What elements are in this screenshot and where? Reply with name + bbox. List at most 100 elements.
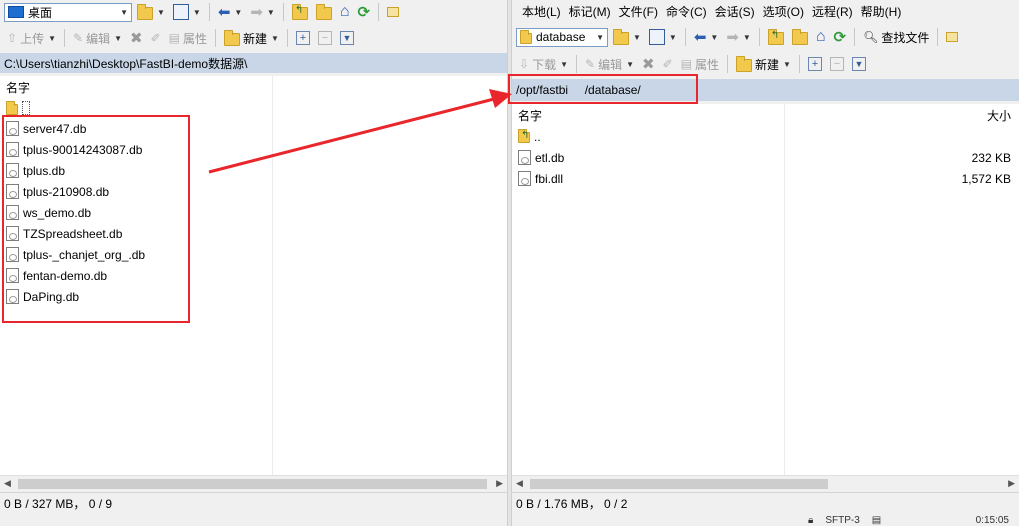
- edit-label: 编辑: [598, 57, 623, 72]
- menu-item[interactable]: 标记(M): [565, 3, 615, 20]
- open-folder-button[interactable]: ▼: [610, 27, 644, 47]
- root-dir-button[interactable]: [313, 2, 335, 22]
- delete-button[interactable]: ✖: [639, 54, 658, 74]
- scroll-right-icon[interactable]: ▶: [1008, 478, 1015, 489]
- open-folder-button[interactable]: ▼: [134, 2, 168, 22]
- forward-button[interactable]: ➡ ▼: [723, 27, 754, 47]
- remote-file-row[interactable]: fbi.dll 1,572 KB: [512, 168, 1019, 189]
- menu-item[interactable]: 文件(F): [615, 3, 662, 20]
- menu-item[interactable]: 远程(R): [808, 3, 857, 20]
- properties-icon: ▤: [680, 57, 692, 71]
- empty-parent-selection: [22, 101, 30, 115]
- rename-button[interactable]: ✐: [148, 28, 164, 48]
- refresh-icon: ⟳: [833, 29, 847, 46]
- delete-icon: ✖: [642, 56, 655, 73]
- refresh-icon: ⟳: [357, 4, 371, 21]
- upload-button[interactable]: ⇧ 上传 ▼: [4, 28, 59, 48]
- plus-icon: +: [295, 31, 310, 45]
- filter-mask-button[interactable]: ▼: [849, 54, 869, 74]
- refresh-button[interactable]: ⟳: [355, 2, 374, 22]
- filter-icon: [648, 29, 665, 45]
- download-button[interactable]: ⇩ 下载 ▼: [516, 54, 571, 74]
- menu-item[interactable]: 帮助(H): [857, 3, 906, 20]
- chevron-down-icon: ▼: [596, 32, 604, 42]
- local-hscrollbar[interactable]: ◀ ▶: [0, 475, 507, 491]
- new-label: 新建: [755, 57, 780, 72]
- remote-parent-row[interactable]: ..: [512, 126, 1019, 147]
- filter-button[interactable]: ▼: [170, 2, 204, 22]
- chevron-down-icon: ▼: [48, 33, 56, 43]
- find-files-button[interactable]: 🔍︎ 查找文件: [860, 27, 932, 47]
- remote-dir-name: database: [536, 30, 586, 44]
- root-dir-button[interactable]: [789, 27, 811, 47]
- root-directory-icon: [791, 28, 808, 45]
- expand-button[interactable]: +: [293, 28, 313, 48]
- annotation-source-box: [2, 115, 190, 323]
- new-button[interactable]: 新建 ▼: [221, 28, 282, 48]
- sync-browse-button[interactable]: [943, 27, 961, 47]
- funnel-icon: ▼: [339, 31, 354, 45]
- remote-file-rows: etl.db 232 KB fbi.dll 1,572 KB: [512, 147, 1019, 189]
- scroll-left-icon[interactable]: ◀: [516, 478, 523, 489]
- upload-label: 上传: [20, 31, 45, 46]
- sync-browse-button[interactable]: [384, 2, 402, 22]
- local-path: C:\Users\tianzhi\Desktop\FastBI-demo数据源\: [4, 56, 248, 71]
- properties-button[interactable]: ▤ 属性: [678, 54, 722, 74]
- properties-label: 属性: [182, 31, 207, 46]
- new-button[interactable]: 新建 ▼: [733, 54, 794, 74]
- expand-button[interactable]: +: [805, 54, 825, 74]
- parent-dir-button[interactable]: [765, 27, 787, 47]
- local-drive-select[interactable]: 桌面 ▼: [4, 2, 132, 22]
- scroll-right-icon[interactable]: ▶: [496, 478, 503, 489]
- edit-button[interactable]: ✎ 编辑 ▼: [70, 28, 125, 48]
- chevron-down-icon: ▼: [633, 32, 641, 42]
- remote-dir-select[interactable]: database ▼: [516, 27, 608, 47]
- open-folder-icon: [613, 28, 629, 45]
- back-arrow-icon: ⬅: [217, 4, 231, 21]
- open-folder-icon: [137, 3, 153, 20]
- scroll-thumb[interactable]: [18, 479, 487, 489]
- rename-button[interactable]: ✐: [660, 54, 676, 74]
- delete-button[interactable]: ✖: [127, 28, 146, 48]
- home-button[interactable]: ⌂: [813, 27, 829, 47]
- back-button[interactable]: ⬅ ▼: [691, 27, 722, 47]
- rename-icon: ✐: [150, 31, 161, 45]
- back-button[interactable]: ⬅ ▼: [215, 2, 246, 22]
- local-status-text: 0 B / 327 MB， 0 / 9: [4, 497, 113, 511]
- toolbar-divider: [378, 3, 380, 21]
- remote-status-text: 0 B / 1.76 MB， 0 / 2: [516, 497, 628, 511]
- properties-button[interactable]: ▤ 属性: [166, 28, 210, 48]
- chevron-down-icon: ▼: [266, 7, 275, 17]
- download-label: 下载: [532, 57, 557, 72]
- edit-button[interactable]: ✎ 编辑 ▼: [582, 54, 637, 74]
- menu-item[interactable]: 命令(C): [662, 3, 711, 20]
- forward-button[interactable]: ➡ ▼: [247, 2, 278, 22]
- collapse-button[interactable]: −: [827, 54, 847, 74]
- download-icon: ⇩: [519, 57, 530, 71]
- filter-button[interactable]: ▼: [646, 27, 680, 47]
- parent-dir-button[interactable]: [289, 2, 311, 22]
- home-button[interactable]: ⌂: [337, 2, 353, 22]
- scroll-thumb[interactable]: [530, 479, 828, 489]
- forward-arrow-icon: ➡: [250, 4, 263, 21]
- menu-item[interactable]: 选项(O): [759, 3, 808, 20]
- local-name-column-header[interactable]: 名字: [0, 76, 507, 98]
- size-column-label[interactable]: 大小: [987, 107, 1011, 124]
- parent-directory-icon: [291, 3, 308, 20]
- remote-file-row[interactable]: etl.db 232 KB: [512, 147, 1019, 168]
- refresh-button[interactable]: ⟳: [831, 27, 850, 47]
- remote-hscrollbar[interactable]: ◀ ▶: [512, 475, 1019, 491]
- collapse-button[interactable]: −: [315, 28, 335, 48]
- chevron-down-icon: ▼: [120, 7, 128, 17]
- toolbar-divider: [576, 55, 577, 73]
- chevron-down-icon: ▼: [626, 59, 634, 69]
- filter-mask-button[interactable]: ▼: [337, 28, 357, 48]
- menu-item[interactable]: 本地(L): [518, 3, 565, 20]
- scroll-left-icon[interactable]: ◀: [4, 478, 11, 489]
- tree-icon: [387, 7, 400, 17]
- minus-icon: −: [317, 31, 332, 45]
- menu-item[interactable]: 会话(S): [711, 3, 759, 20]
- name-column-label[interactable]: 名字: [518, 107, 542, 124]
- local-path-bar[interactable]: C:\Users\tianzhi\Desktop\FastBI-demo数据源\: [0, 53, 507, 73]
- lock-icon: 🔒︎: [808, 514, 814, 526]
